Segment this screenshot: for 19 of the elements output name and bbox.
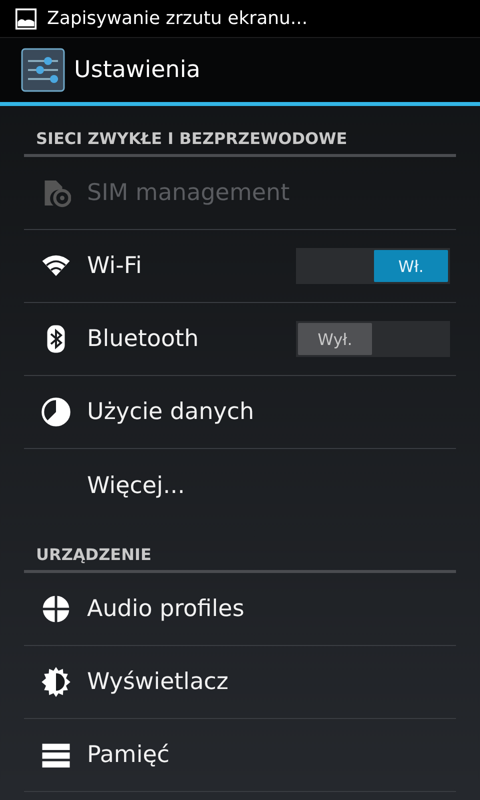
settings-icon[interactable] — [21, 48, 65, 92]
section-header: SIECI ZWYKŁE I BEZPRZEWODOWE — [36, 129, 348, 148]
toggle-switch[interactable]: Wł. — [296, 248, 450, 284]
notification-text: Zapisywanie zrzutu ekranu... — [47, 8, 308, 29]
image-icon — [15, 8, 37, 30]
brightness-icon — [40, 667, 70, 697]
setting-label[interactable]: Więcej... — [87, 472, 456, 498]
setting-label[interactable]: Bluetooth — [87, 326, 296, 352]
toggle-switch[interactable]: Wył. — [296, 321, 450, 357]
setting-label[interactable]: Wyświetlacz — [87, 669, 456, 695]
switch-thumb[interactable]: Wł. — [374, 250, 448, 282]
setting-label[interactable]: Pamięć — [87, 742, 456, 768]
setting-label[interactable]: Użycie danych — [87, 399, 456, 425]
switch-thumb[interactable]: Wył. — [298, 323, 372, 355]
setting-label[interactable]: Wi-Fi — [87, 253, 296, 279]
screen-title: Ustawienia — [74, 57, 200, 83]
section-header: URZĄDZENIE — [36, 545, 152, 564]
pie-clock-icon — [40, 397, 70, 427]
setting-label[interactable]: Audio profiles — [87, 596, 456, 622]
